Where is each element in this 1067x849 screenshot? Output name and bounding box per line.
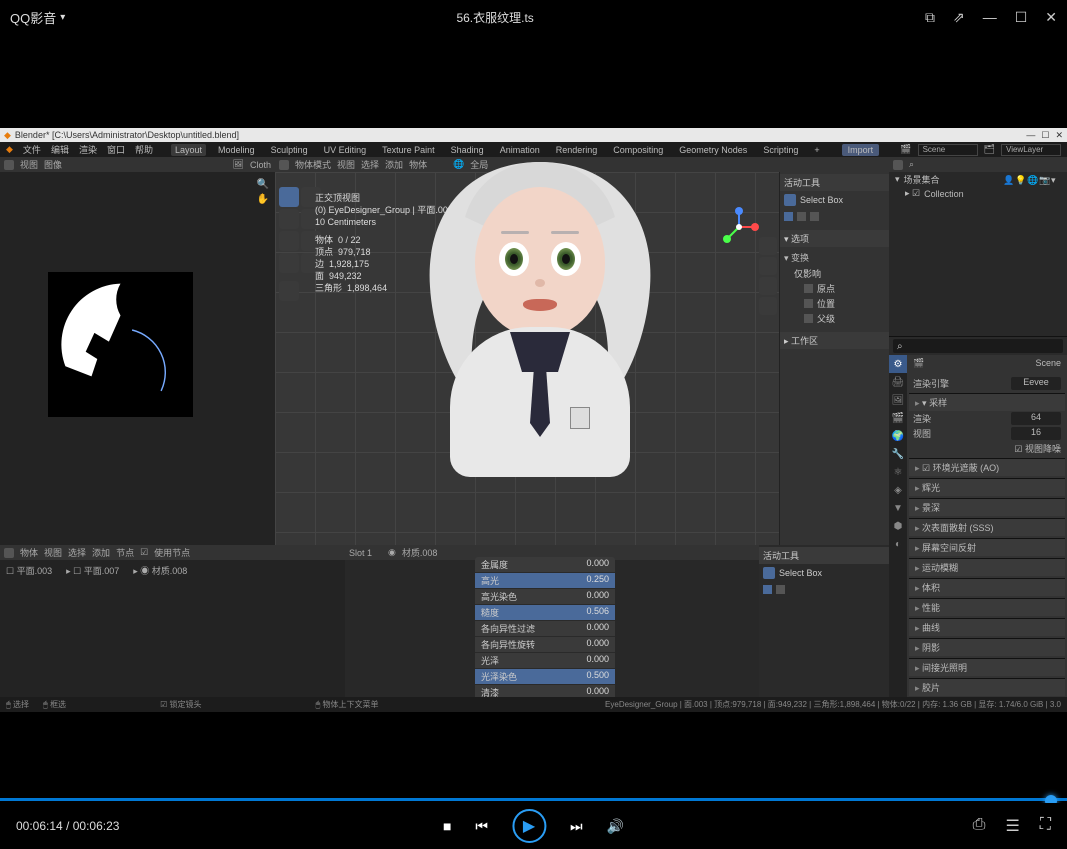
tab-render[interactable]: Rendering <box>552 144 602 156</box>
stop-button[interactable]: ■ <box>443 818 451 834</box>
addcube-tool[interactable] <box>279 281 299 301</box>
pip-icon[interactable]: ⧉ <box>925 9 935 26</box>
blender-titlebar: ◆ Blender* [C:\Users\Administrator\Deskt… <box>0 128 1067 142</box>
tab-shading[interactable]: Shading <box>447 144 488 156</box>
tab-modeling[interactable]: Modeling <box>214 144 259 156</box>
app-name[interactable]: QQ影音▾ <box>10 8 65 27</box>
persp-icon[interactable] <box>759 297 777 315</box>
pin-icon[interactable]: ⇗ <box>953 9 965 26</box>
scale-tool[interactable] <box>279 231 299 251</box>
outliner[interactable]: ⌕ ▾ 场景集合 👤💡🌐📷▾ ▸ ☑ Collection <box>889 157 1067 337</box>
scene-icon[interactable]: 🎬 <box>900 144 911 155</box>
play-button[interactable]: ▶ <box>512 809 546 843</box>
next-button[interactable]: ⏭ <box>570 818 583 835</box>
minimize-icon[interactable]: — <box>983 9 997 26</box>
select-box-tool[interactable] <box>279 187 299 207</box>
snapshot-icon[interactable]: ⎙ <box>973 816 986 836</box>
zoom-icon[interactable] <box>759 237 777 255</box>
bsdf-node[interactable]: 金属度0.000 高光0.250 高光染色0.000 糙度0.506 各向异性过… <box>475 557 615 701</box>
props-search[interactable]: ⌕ <box>893 339 1063 353</box>
move-tool[interactable] <box>279 209 299 229</box>
character-render <box>365 157 715 487</box>
tab-layout[interactable]: Layout <box>171 144 206 156</box>
import-button[interactable]: Import <box>842 144 880 156</box>
tab-sculpting[interactable]: Sculpting <box>267 144 312 156</box>
maximize-icon[interactable]: ☐ <box>1015 9 1028 26</box>
tab-uv[interactable]: UV Editing <box>320 144 371 156</box>
prev-button[interactable]: ⏮ <box>475 818 488 835</box>
viewlayer-icon[interactable]: 🗂 <box>984 144 995 155</box>
time-display: 00:06:14 / 00:06:23 <box>16 819 119 833</box>
fullscreen-icon[interactable]: ⛶ <box>1040 816 1051 836</box>
tab-add[interactable]: + <box>810 144 823 156</box>
camera-icon[interactable] <box>759 277 777 295</box>
shader-left-header[interactable]: 物体 视图 选择 添加 节点 ☑使用节点 <box>0 545 345 560</box>
progress-bar[interactable] <box>0 795 1067 803</box>
annotate-tool[interactable] <box>279 253 299 273</box>
tab-anim[interactable]: Animation <box>496 144 544 156</box>
close-icon[interactable]: ✕ <box>1045 9 1057 26</box>
tab-render-icon: ⚙ <box>889 355 907 373</box>
volume-button[interactable]: 🔊 <box>607 818 624 835</box>
playlist-icon[interactable]: ☰ <box>1005 816 1019 836</box>
uv-preview <box>48 272 193 417</box>
tab-texpaint[interactable]: Texture Paint <box>378 144 439 156</box>
nav-gizmo[interactable] <box>719 207 759 247</box>
tab-comp[interactable]: Compositing <box>609 144 667 156</box>
video-title: 56.衣服纹理.ts <box>65 9 925 26</box>
tab-geo[interactable]: Geometry Nodes <box>675 144 751 156</box>
scene-field[interactable]: Scene <box>918 144 978 156</box>
properties-tabs[interactable]: ⚙🖨🖼🎬🌍🔧⚛◈▼⬢◐ <box>889 355 907 697</box>
pan-icon[interactable] <box>759 257 777 275</box>
magnify-icon[interactable]: 🔍 <box>257 179 269 190</box>
blender-status-bar: 🖱 选择 🖱 框选 ☑ 锁定镜头 🖱 物体上下文菜单 EyeDesigner_G… <box>0 697 1067 712</box>
blender-menu[interactable]: ◆ 文件 编辑 渲染 窗口 帮助 Layout Modeling Sculpti… <box>0 142 1067 157</box>
viewlayer-field[interactable]: ViewLayer <box>1001 144 1061 156</box>
uv-header[interactable]: 视图 图像 🖼 Cloth <box>0 157 275 172</box>
tab-script[interactable]: Scripting <box>759 144 802 156</box>
hand-icon[interactable]: ✋ <box>257 194 269 205</box>
